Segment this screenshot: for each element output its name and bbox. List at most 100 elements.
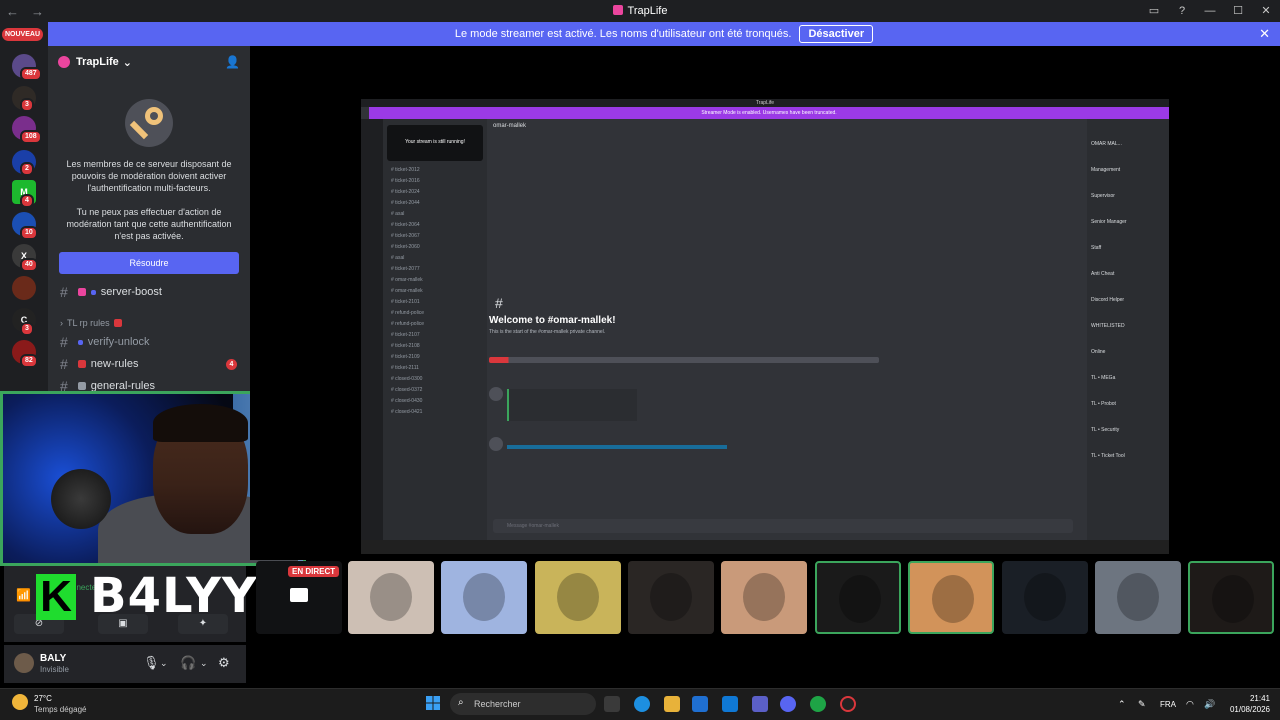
participant-avatar [839,575,881,623]
server-header[interactable]: TrapLife ⌄ [48,46,250,78]
participant-tile[interactable] [721,561,807,634]
shared-role-pills [489,357,879,363]
windows-start-icon[interactable] [426,696,440,710]
shared-member-entry: OMAR MAL... [1091,141,1122,147]
user-status: Invisible [40,665,69,674]
chevron-down-icon[interactable]: ⌄ [160,658,168,669]
webcam-microphone [51,469,111,529]
window-title: TrapLife [0,5,1280,17]
shared-ticket-channel: # ticket-2064 [391,222,420,228]
task-view-icon[interactable] [604,696,620,712]
channel-verify-unlock[interactable]: # verify-unlock [60,334,150,350]
shared-ticket-channel: # refund-police [391,321,425,327]
mention-badge: 4 [226,359,237,370]
store-icon[interactable] [692,696,708,712]
user-panel [4,645,246,683]
new-badge[interactable]: NOUVEAU [2,28,44,41]
participant-tile[interactable] [815,561,901,634]
chrome-icon[interactable] [810,696,826,712]
shared-member-list: OMAR MAL... Management Supervisor Senior Ma… [1087,119,1169,554]
shared-ticket-channel: # ticket-2044 [391,200,420,206]
shared-channel-list: Your stream is still running! # ticket-2… [383,119,487,554]
shared-welcome-sub: This is the start of the #omar-mallek pr… [489,329,606,335]
resolve-button[interactable]: Résoudre [59,252,239,274]
participant-tile[interactable] [535,561,621,634]
unread-badge: 4 [20,194,34,208]
hash-icon: # [495,295,503,311]
tray-chevron-icon[interactable]: ⌃ [1118,699,1126,710]
close-button[interactable]: ✕ [1252,0,1280,22]
diamond-icon [77,339,83,345]
shared-banner: Streamer Mode is enabled. Usernames have… [369,107,1169,119]
shared-link [507,445,727,449]
participant-tile[interactable] [628,561,714,634]
participant-avatar [650,573,692,621]
channel-new-rules[interactable]: # new-rules [60,356,138,372]
settings-gear-icon[interactable]: ⚙ [218,655,230,671]
help-icon[interactable]: ? [1168,0,1196,22]
shared-ticket-channel: # refund-police [391,310,425,316]
diamond-icon [90,289,96,295]
mfa-warning-text-2: Tu ne peux pas effectuer d'action de mod… [66,207,232,241]
shared-avatar [489,437,503,451]
participant-tile[interactable] [348,561,434,634]
participant-avatar [932,575,974,623]
inbox-icon[interactable]: ▭ [1140,0,1168,22]
brand-name: B4LYY [90,568,258,624]
edge-icon[interactable] [634,696,650,712]
shared-ticket-channel: # ticket-2016 [391,178,420,184]
discord-icon[interactable] [780,696,796,712]
app-logo-icon [612,5,623,15]
clock-time[interactable]: 21:41 [1238,694,1270,703]
participant-tile[interactable] [1188,561,1274,634]
wifi-icon[interactable]: ◠ [1186,699,1194,710]
volume-icon[interactable]: 🔊 [1204,699,1215,710]
microphone-icon[interactable]: 🎙 [143,655,160,671]
disable-streamer-button[interactable]: Désactiver [799,25,874,43]
shared-ticket-channel: # closed-0372 [391,387,423,393]
outlook-icon[interactable] [722,696,738,712]
shared-ticket-channel: # ticket-2109 [391,354,420,360]
file-explorer-icon[interactable] [664,696,680,712]
page-icon [77,382,86,390]
language-indicator[interactable]: FRA [1160,700,1176,709]
participant-avatar [557,573,599,621]
shared-screen[interactable]: TrapLife Streamer Mode is enabled. Usern… [361,99,1169,554]
participant-tile[interactable] [1002,561,1088,634]
shared-taskbar [361,540,1169,554]
shared-ticket-channel: # ticket-2060 [391,244,420,250]
channel-server-boost[interactable]: # server-boost [60,284,162,300]
screen-share-icon [290,588,308,602]
clock-date[interactable]: 01/08/2026 [1226,705,1270,714]
pen-icon[interactable]: ✎ [1138,699,1146,710]
minimize-button[interactable]: — [1196,0,1224,22]
unread-badge: 40 [20,258,38,272]
unread-badge: 487 [20,67,42,81]
invite-user-icon[interactable]: 👤 [225,55,240,69]
close-icon[interactable]: ✕ [1259,26,1270,42]
participant-tile[interactable] [908,561,994,634]
category-tl-rp-rules[interactable]: › TL rp rules [60,318,127,328]
shared-member-entry: TL • Security [1091,427,1120,433]
server-name: TrapLife [76,56,119,68]
weather-sun-icon[interactable] [12,694,28,710]
shared-chat: omar-mallek # Welcome to #omar-mallek! T… [487,119,1087,554]
headphones-icon[interactable]: 🎧 [180,655,196,671]
participant-avatar [370,573,412,621]
shared-member-entry: Staff [1091,245,1102,251]
maximize-button[interactable]: ☐ [1224,0,1252,22]
chevron-down-icon[interactable]: ⌄ [200,658,208,669]
taskbar-search[interactable]: ⌕ Rechercher [450,693,596,715]
teams-icon[interactable] [752,696,768,712]
participant-tile[interactable] [1095,561,1181,634]
username: BALY [40,653,67,664]
shared-member-entry: WHITELISTED [1091,323,1125,329]
participant-tile[interactable] [441,561,527,634]
shared-member-entry: Senior Manager [1091,219,1127,225]
chevron-down-icon: ⌄ [122,56,133,69]
participant-avatar [1117,573,1159,621]
avatar[interactable] [14,653,34,673]
server-icon[interactable] [12,276,36,300]
shared-ticket-channel: # ticket-2067 [391,233,420,239]
app-icon[interactable] [840,696,856,712]
